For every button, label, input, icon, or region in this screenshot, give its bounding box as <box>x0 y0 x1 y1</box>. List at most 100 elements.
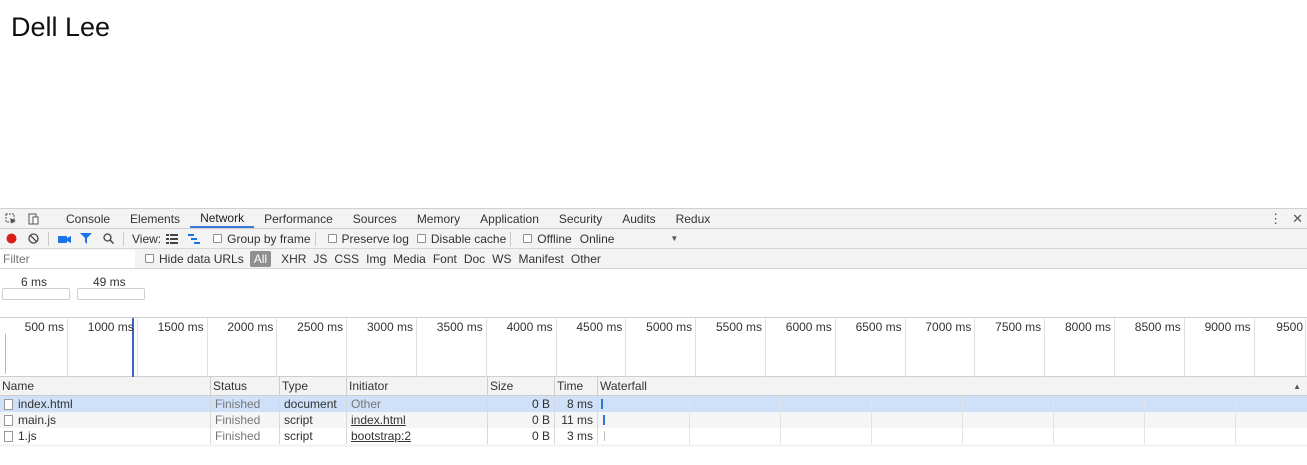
filter-icon[interactable] <box>75 229 97 249</box>
tab-sources[interactable]: Sources <box>343 209 407 228</box>
column-header-type[interactable]: Type <box>280 377 347 395</box>
table-row[interactable]: 1.js Finished script bootstrap:2 0 B 3 m… <box>0 428 1307 444</box>
waterfall-gridline <box>780 412 781 428</box>
filter-type-font[interactable]: Font <box>433 252 457 266</box>
filter-type-doc[interactable]: Doc <box>464 252 485 266</box>
group-by-frame-label: Group by frame <box>227 231 311 246</box>
tab-redux[interactable]: Redux <box>666 209 721 228</box>
network-toolbar: View: Group by frame Preserve log Disabl… <box>0 229 1307 249</box>
checkbox-box[interactable] <box>523 234 533 243</box>
request-initiator: Other <box>347 396 488 412</box>
filter-type-img[interactable]: Img <box>366 252 386 266</box>
device-toolbar-icon[interactable] <box>22 209 44 229</box>
script-file-icon <box>4 430 13 442</box>
table-row[interactable]: main.js Finished script index.html 0 B 1… <box>0 412 1307 428</box>
requests-table: Name Status Type Initiator Size Time Wat… <box>0 377 1307 447</box>
tab-elements[interactable]: Elements <box>120 209 190 228</box>
waterfall-gridline <box>1144 396 1145 412</box>
toolbar-divider <box>48 231 49 246</box>
request-name[interactable]: index.html <box>18 397 73 411</box>
tab-network[interactable]: Network <box>190 209 255 228</box>
filter-type-css[interactable]: CSS <box>334 252 359 266</box>
overview-waterfall-icon[interactable] <box>183 229 205 249</box>
checkbox-box[interactable] <box>416 234 426 243</box>
checkbox-box[interactable] <box>213 234 223 243</box>
request-time: 8 ms <box>555 396 598 412</box>
waterfall-gridline <box>1053 396 1054 412</box>
filter-input[interactable] <box>0 249 135 268</box>
hide-data-urls-label: Hide data URLs <box>159 251 244 266</box>
screenshot-thumbnail[interactable] <box>77 288 145 300</box>
column-header-waterfall[interactable]: Waterfall ▲ <box>598 377 1307 395</box>
column-header-time[interactable]: Time <box>555 377 598 395</box>
page-heading: Dell Lee <box>11 12 111 42</box>
column-header-size[interactable]: Size <box>488 377 555 395</box>
sort-arrow-icon[interactable]: ▲ <box>1293 382 1301 391</box>
request-name[interactable]: main.js <box>18 413 56 427</box>
filter-type-ws[interactable]: WS <box>492 252 511 266</box>
offline-checkbox[interactable]: Offline <box>523 232 572 246</box>
tab-memory[interactable]: Memory <box>407 209 470 228</box>
more-options-icon[interactable]: ⋮ <box>1269 211 1282 227</box>
request-type: script <box>280 428 347 444</box>
waterfall-gridline <box>689 428 690 444</box>
filter-bar: Hide data URLs All XHR JS CSS Img Media … <box>0 249 1307 269</box>
capture-screenshots-icon[interactable] <box>53 229 75 249</box>
toolbar-divider <box>123 231 124 246</box>
waterfall-gridline <box>780 396 781 412</box>
waterfall-gridline <box>1144 412 1145 428</box>
filter-type-media[interactable]: Media <box>393 252 426 266</box>
record-icon[interactable] <box>0 229 22 249</box>
clear-icon[interactable] <box>22 229 44 249</box>
chevron-down-icon[interactable]: ▼ <box>670 234 678 243</box>
filter-type-other[interactable]: Other <box>571 252 601 266</box>
waterfall-cell <box>598 412 1307 428</box>
screenshot-time-label: 6 ms <box>21 275 48 289</box>
table-row[interactable]: index.html Finished document Other 0 B 8… <box>0 396 1307 412</box>
initiator-link[interactable]: index.html <box>351 413 406 427</box>
filter-type-all[interactable]: All <box>249 250 272 267</box>
waterfall-gridline <box>1235 396 1236 412</box>
waterfall-gridline <box>962 396 963 412</box>
column-header-initiator[interactable]: Initiator <box>347 377 488 395</box>
tab-console[interactable]: Console <box>56 209 120 228</box>
throttling-select[interactable]: Online <box>580 232 615 246</box>
close-icon[interactable]: ✕ <box>1292 211 1303 227</box>
request-size: 0 B <box>488 412 555 428</box>
tab-performance[interactable]: Performance <box>254 209 343 228</box>
disable-cache-checkbox[interactable]: Disable cache <box>416 232 506 246</box>
preserve-log-label: Preserve log <box>341 231 409 246</box>
request-status: Finished <box>211 396 280 412</box>
column-header-status[interactable]: Status <box>211 377 280 395</box>
request-time: 11 ms <box>555 412 598 428</box>
screenshot-thumbnail[interactable] <box>2 288 70 300</box>
request-size: 0 B <box>488 428 555 444</box>
ruler-tick: 9500 <box>0 318 1306 377</box>
tab-application[interactable]: Application <box>470 209 549 228</box>
column-header-name[interactable]: Name <box>0 377 211 395</box>
request-type: script <box>280 412 347 428</box>
tab-security[interactable]: Security <box>549 209 612 228</box>
checkbox-box[interactable] <box>145 254 154 263</box>
group-by-frame-checkbox[interactable]: Group by frame <box>213 231 311 246</box>
request-name[interactable]: 1.js <box>18 429 37 443</box>
filter-type-js[interactable]: JS <box>313 252 327 266</box>
ruler-tick-label: 9500 <box>1276 320 1303 334</box>
timeline-overview[interactable]: 500 ms 1000 ms 1500 ms 2000 ms 2500 ms 3000 m… <box>0 317 1307 377</box>
document-file-icon <box>4 398 13 410</box>
waterfall-gridline <box>962 412 963 428</box>
inspect-element-icon[interactable] <box>0 209 22 229</box>
large-rows-icon[interactable] <box>161 229 183 249</box>
search-icon[interactable] <box>97 229 119 249</box>
preserve-log-checkbox[interactable]: Preserve log <box>327 231 409 246</box>
tab-audits[interactable]: Audits <box>612 209 665 228</box>
waterfall-gridline <box>1235 412 1236 428</box>
filter-type-xhr[interactable]: XHR <box>281 252 306 266</box>
initiator-link[interactable]: bootstrap:2 <box>351 429 411 443</box>
waterfall-gridline <box>871 412 872 428</box>
checkbox-box[interactable] <box>327 234 337 243</box>
hide-data-urls-checkbox[interactable]: Hide data URLs <box>145 252 244 266</box>
waterfall-gridline <box>1235 428 1236 444</box>
toolbar-divider <box>314 231 316 246</box>
filter-type-manifest[interactable]: Manifest <box>519 252 564 266</box>
